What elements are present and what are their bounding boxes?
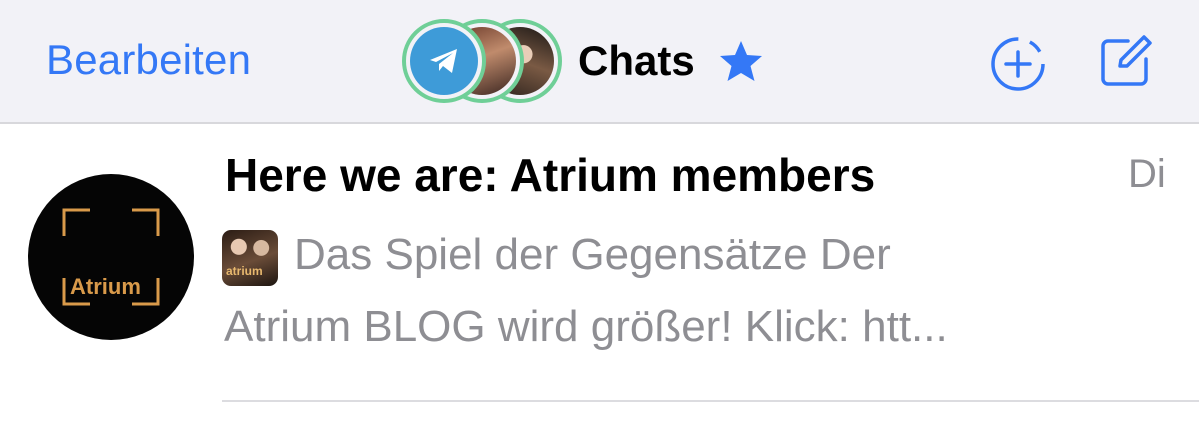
- compose-icon[interactable]: [1098, 33, 1154, 89]
- page-title: Chats: [578, 37, 695, 84]
- row-divider: [222, 400, 1199, 402]
- telegram-icon: [410, 27, 478, 95]
- navigation-bar: Bearbeiten Chats: [0, 0, 1199, 124]
- stories-strip[interactable]: [400, 18, 562, 104]
- preview-thumbnail: atrium: [222, 230, 278, 286]
- message-preview-line: Atrium BLOG wird größer! Klick: htt...: [224, 302, 948, 351]
- avatar-label: Atrium: [70, 274, 141, 299]
- message-preview-line: Das Spiel der Gegensätze Der: [294, 230, 891, 279]
- chat-avatar: Atrium: [28, 174, 194, 340]
- star-icon[interactable]: [719, 39, 763, 83]
- title-group: Chats: [400, 18, 763, 104]
- add-story-icon[interactable]: [990, 36, 1046, 92]
- chat-list-item[interactable]: Atrium Here we are: Atrium members Di at…: [0, 126, 1199, 402]
- chat-title: Here we are: Atrium members: [225, 149, 876, 201]
- telegram-story[interactable]: [402, 19, 486, 103]
- chat-date: Di: [1128, 152, 1166, 196]
- edit-button[interactable]: Bearbeiten: [46, 36, 251, 84]
- atrium-logo: [62, 208, 160, 306]
